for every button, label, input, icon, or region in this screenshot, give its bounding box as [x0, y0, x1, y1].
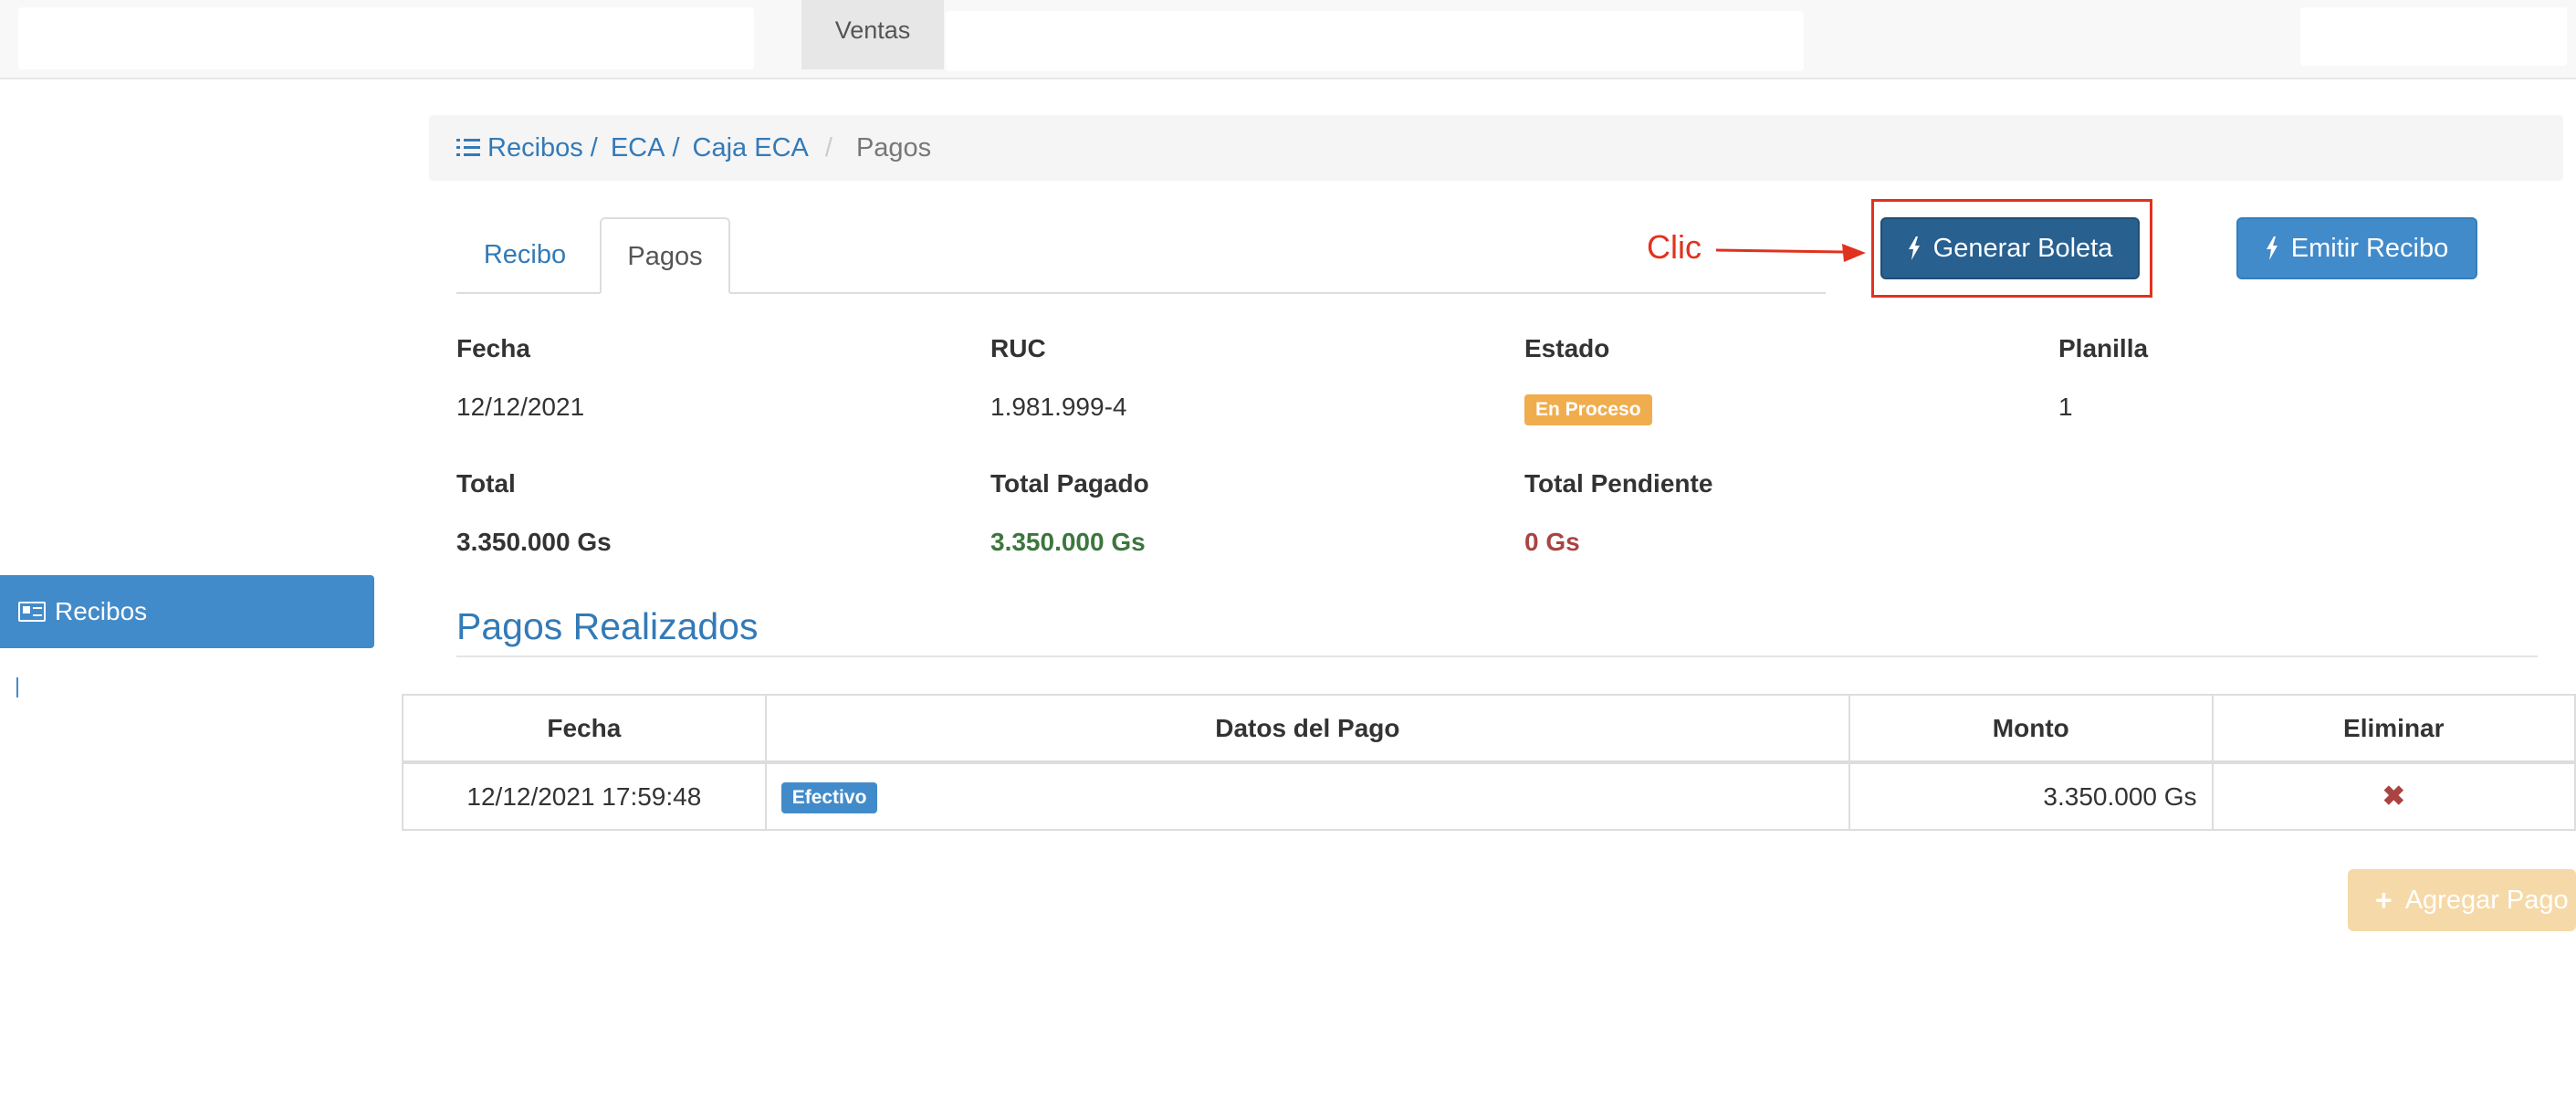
generar-boleta-button[interactable]: Generar Boleta — [1880, 217, 2140, 279]
navbar-search-box[interactable] — [946, 11, 1804, 71]
fecha-label: Fecha — [456, 334, 530, 362]
status-badge: En Proceso — [1524, 394, 1652, 425]
list-icon — [456, 137, 480, 159]
navbar-left-box — [18, 7, 754, 69]
emitir-recibo-button[interactable]: Emitir Recibo — [2236, 217, 2477, 279]
planilla-value: 1 — [2058, 393, 2073, 421]
payment-data-cell: Efectivo — [764, 761, 1851, 831]
planilla-label: Planilla — [2058, 334, 2149, 362]
breadcrumb-eca[interactable]: ECA — [611, 133, 665, 163]
agregar-pago-label: Agregar Pago — [2404, 885, 2569, 915]
delete-cell: ✖ — [2211, 761, 2576, 831]
total-label: Total — [456, 469, 516, 498]
table-row: 12/12/2021 17:59:48 Efectivo 3.350.000 G… — [402, 761, 2576, 831]
plus-icon: + — [2375, 883, 2393, 917]
ruc-label: RUC — [990, 334, 1046, 362]
emitir-recibo-label: Emitir Recibo — [2290, 233, 2449, 263]
tab-recibo[interactable]: Recibo — [456, 217, 593, 292]
breadcrumb-caja-eca[interactable]: Caja ECA — [693, 133, 809, 163]
column-header-datos: Datos del Pago — [764, 694, 1851, 764]
breadcrumb-separator: / — [590, 132, 598, 163]
payment-type-badge: Efectivo — [780, 781, 878, 813]
breadcrumb: Recibos / ECA / Caja ECA / Pagos — [429, 115, 2563, 181]
column-header-monto: Monto — [1848, 694, 2214, 764]
column-header-eliminar: Eliminar — [2211, 694, 2576, 764]
bolt-icon — [2266, 236, 2278, 260]
annotation-arrow-icon — [1716, 244, 1866, 262]
tab-pagos[interactable]: Pagos — [600, 217, 730, 294]
table-header-row: Fecha Datos del Pago Monto Eliminar — [402, 694, 2576, 764]
agregar-pago-button[interactable]: + Agregar Pago — [2348, 869, 2576, 931]
payments-table: Fecha Datos del Pago Monto Eliminar 12/1… — [402, 694, 2576, 831]
breadcrumb-separator: / — [824, 132, 832, 163]
breadcrumb-active: Pagos — [855, 132, 932, 163]
estado-label: Estado — [1524, 334, 1610, 362]
generar-boleta-label: Generar Boleta — [1932, 233, 2113, 263]
payment-amount: 3.350.000 Gs — [1848, 761, 2214, 831]
nav-item-ventas[interactable]: Ventas — [801, 0, 944, 69]
top-navbar: Ventas — [0, 0, 2576, 79]
annotation-label: Clic — [1647, 228, 1702, 266]
navbar-user-box[interactable] — [2300, 7, 2567, 66]
column-header-fecha: Fecha — [402, 694, 767, 764]
newspaper-icon — [18, 602, 46, 622]
delete-icon[interactable]: ✖ — [2382, 781, 2405, 812]
section-divider — [456, 655, 2538, 657]
total-pagado-label: Total Pagado — [990, 469, 1149, 498]
breadcrumb-separator: / — [672, 132, 680, 163]
total-pagado-value: 3.350.000 Gs — [990, 528, 1146, 556]
ruc-value: 1.981.999-4 — [990, 393, 1127, 421]
breadcrumb-recibos[interactable]: Recibos — [487, 133, 583, 163]
fecha-value: 12/12/2021 — [456, 393, 585, 421]
total-pendiente-label: Total Pendiente — [1524, 469, 1713, 498]
sidebar-item-recibos[interactable]: Recibos — [0, 575, 374, 648]
total-pendiente-value: 0 Gs — [1524, 528, 1580, 556]
payment-date: 12/12/2021 17:59:48 — [402, 761, 767, 831]
sidebar-item-label: Recibos — [55, 597, 148, 625]
total-value: 3.350.000 Gs — [456, 528, 612, 556]
section-title: Pagos Realizados — [456, 605, 759, 647]
bolt-icon — [1908, 236, 1920, 260]
sidebar-cursor-line — [16, 677, 18, 697]
